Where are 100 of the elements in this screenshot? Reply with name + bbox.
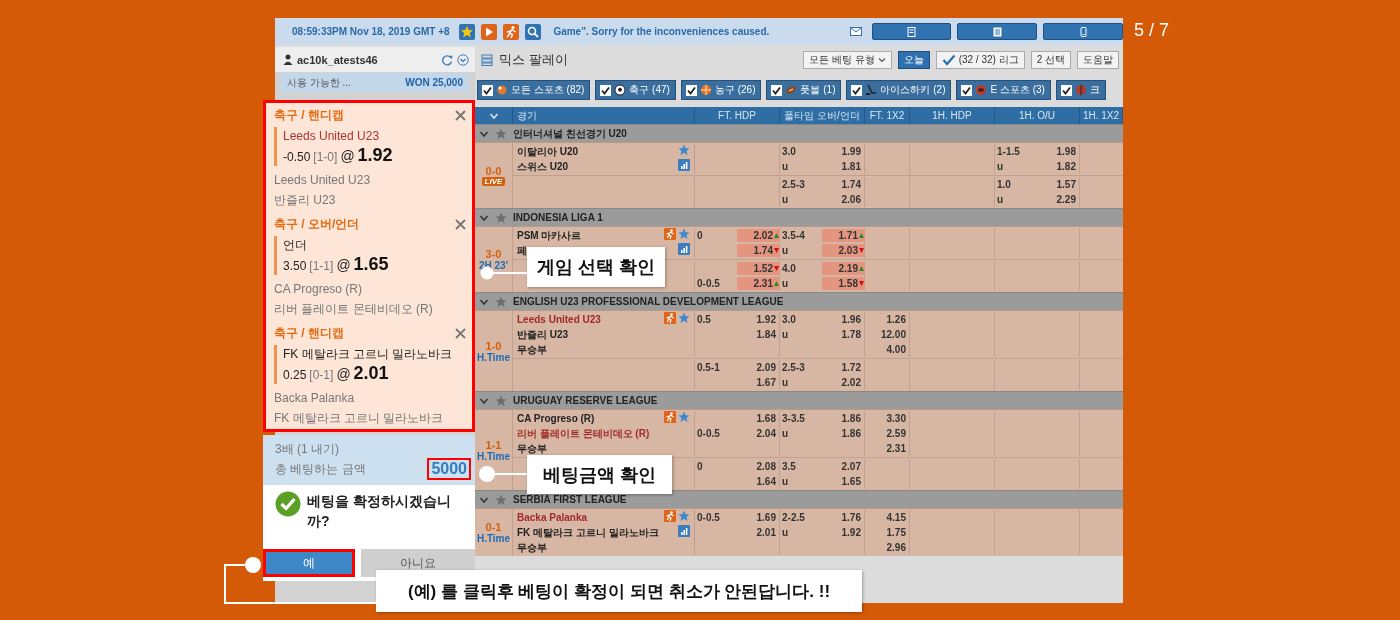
favorite-star-icon[interactable] [495,493,507,506]
toolbar-button[interactable] [1043,23,1123,40]
odds-button[interactable]: 1.81 [822,159,865,174]
odds-button[interactable]: 2.01 [737,525,780,540]
odds-button[interactable]: 2.06 [822,192,865,207]
odds-button[interactable]: 1.84 [737,327,780,342]
odds-button[interactable]: 1.82 [1037,159,1080,174]
toolbar-button[interactable]: 도움말 [1077,51,1119,69]
close-icon[interactable] [455,218,466,230]
odds-button[interactable]: 1.68 [737,411,780,426]
odds-button[interactable]: 1.96 [822,312,865,327]
star-icon[interactable] [459,23,476,40]
sports-icon [496,84,508,96]
favorite-star-icon[interactable] [495,295,507,308]
odds-button[interactable]: 1.71 [822,229,865,242]
sport-filter[interactable]: 아이스하키 (2) [846,80,952,100]
runner-icon[interactable] [664,411,676,423]
odds-button[interactable]: 1.92 [822,525,865,540]
dropdown-icon[interactable] [457,53,469,66]
odds-button[interactable]: 2.04 [737,426,780,441]
toolbar-button[interactable] [871,23,952,40]
checkbox[interactable] [685,84,697,96]
checkbox[interactable] [1060,84,1072,96]
odds-button[interactable]: 2.96 [865,540,910,555]
stats-icon[interactable] [678,525,690,537]
play-icon[interactable] [481,23,498,40]
odds-button[interactable]: 3.30 [865,411,910,426]
odds-button[interactable]: 2.02 [737,229,780,242]
checkbox[interactable] [851,84,863,96]
odds-button[interactable]: 1.58 [822,277,865,290]
odds-button[interactable]: 2.09 [737,360,780,375]
odds-button[interactable]: 2.31 [737,277,780,290]
favorite-star-icon[interactable] [678,411,690,423]
odds-button[interactable]: 1.86 [822,411,865,426]
sport-filter[interactable]: 축구 (47) [595,80,676,100]
sport-filter[interactable]: 모든 스포츠 (82) [477,80,591,100]
odds-button[interactable]: 2.08 [737,459,780,474]
close-icon[interactable] [455,109,466,121]
odds-button[interactable]: 1.64 [737,474,780,489]
odds-button[interactable]: 4.00 [865,342,910,357]
toolbar-button[interactable]: 모든 베팅 유형 [803,51,892,69]
mail-icon[interactable] [849,27,862,36]
odds-button[interactable]: 1.76 [822,510,865,525]
checkbox[interactable] [482,84,493,96]
sport-filter[interactable]: 농구 (26) [680,80,762,100]
handicap-line: u [781,526,790,540]
odds-button[interactable]: 1.98 [1037,144,1080,159]
odds-button[interactable]: 1.69 [737,510,780,525]
odds-button[interactable]: 12.00 [865,327,910,342]
toolbar-button[interactable]: (32 / 32) 리그 [935,51,1025,69]
toolbar-button[interactable]: 오늘 [897,51,930,69]
runner-icon[interactable] [503,23,520,40]
total-amount: 5000 [427,458,471,480]
sport-filter[interactable]: 크 [1055,80,1106,100]
odds-button[interactable]: 1.65 [822,474,865,489]
runner-icon[interactable] [664,312,676,324]
odds-button[interactable]: 1.99 [822,144,865,159]
odds-button[interactable]: 1.52 [737,262,780,275]
odds-button[interactable]: 2.02 [822,375,865,390]
favorite-star-icon[interactable] [495,127,507,140]
favorite-star-icon[interactable] [678,312,690,324]
odds-button[interactable]: 1.26 [865,312,910,327]
checkbox[interactable] [771,84,783,96]
favorite-star-icon[interactable] [678,510,690,522]
checkbox[interactable] [961,84,973,96]
odds-button[interactable]: 1.74 [737,244,780,257]
odds-button[interactable]: 2.19 [822,262,865,275]
runner-icon[interactable] [664,510,676,522]
odds-button[interactable]: 1.74 [822,177,865,192]
refresh-icon[interactable] [441,53,453,66]
handicap-line: 3.50 [283,259,307,273]
sport-filter[interactable]: 풋볼 (1) [766,80,842,100]
odds-button[interactable]: 1.75 [865,525,910,540]
favorite-star-icon[interactable] [678,228,690,240]
stats-icon[interactable] [678,159,690,171]
checkbox[interactable] [600,84,612,96]
toolbar-button[interactable] [957,23,1038,40]
odds-button[interactable]: 2.29 [1037,192,1080,207]
favorite-star-icon[interactable] [495,394,507,407]
odds-button[interactable]: 2.59 [865,426,910,441]
odds-button[interactable]: 4.15 [865,510,910,525]
odds-button[interactable]: 1.57 [1037,177,1080,192]
favorite-star-icon[interactable] [678,144,690,156]
stats-icon[interactable] [678,243,690,255]
odds-button[interactable]: 2.07 [822,459,865,474]
sport-filter[interactable]: E 스포츠 (3) [956,80,1051,100]
odds-button[interactable]: 1.92 [737,312,780,327]
odds-button[interactable]: 2.03 [822,244,865,257]
odds-button[interactable]: 1.67 [737,375,780,390]
odds-button[interactable]: 2.31 [865,441,910,456]
close-icon[interactable] [455,327,466,339]
runner-icon[interactable] [664,228,676,240]
toolbar-button[interactable]: 2 선택 [1030,51,1071,69]
handicap-line: 0-0.5 [696,511,721,525]
odds-button[interactable]: 1.78 [822,327,865,342]
confirm-button[interactable]: 예 [263,549,355,577]
odds-button[interactable]: 1.86 [822,426,865,441]
favorite-star-icon[interactable] [495,211,507,224]
odds-button[interactable]: 1.72 [822,360,865,375]
search-icon[interactable] [525,23,542,40]
